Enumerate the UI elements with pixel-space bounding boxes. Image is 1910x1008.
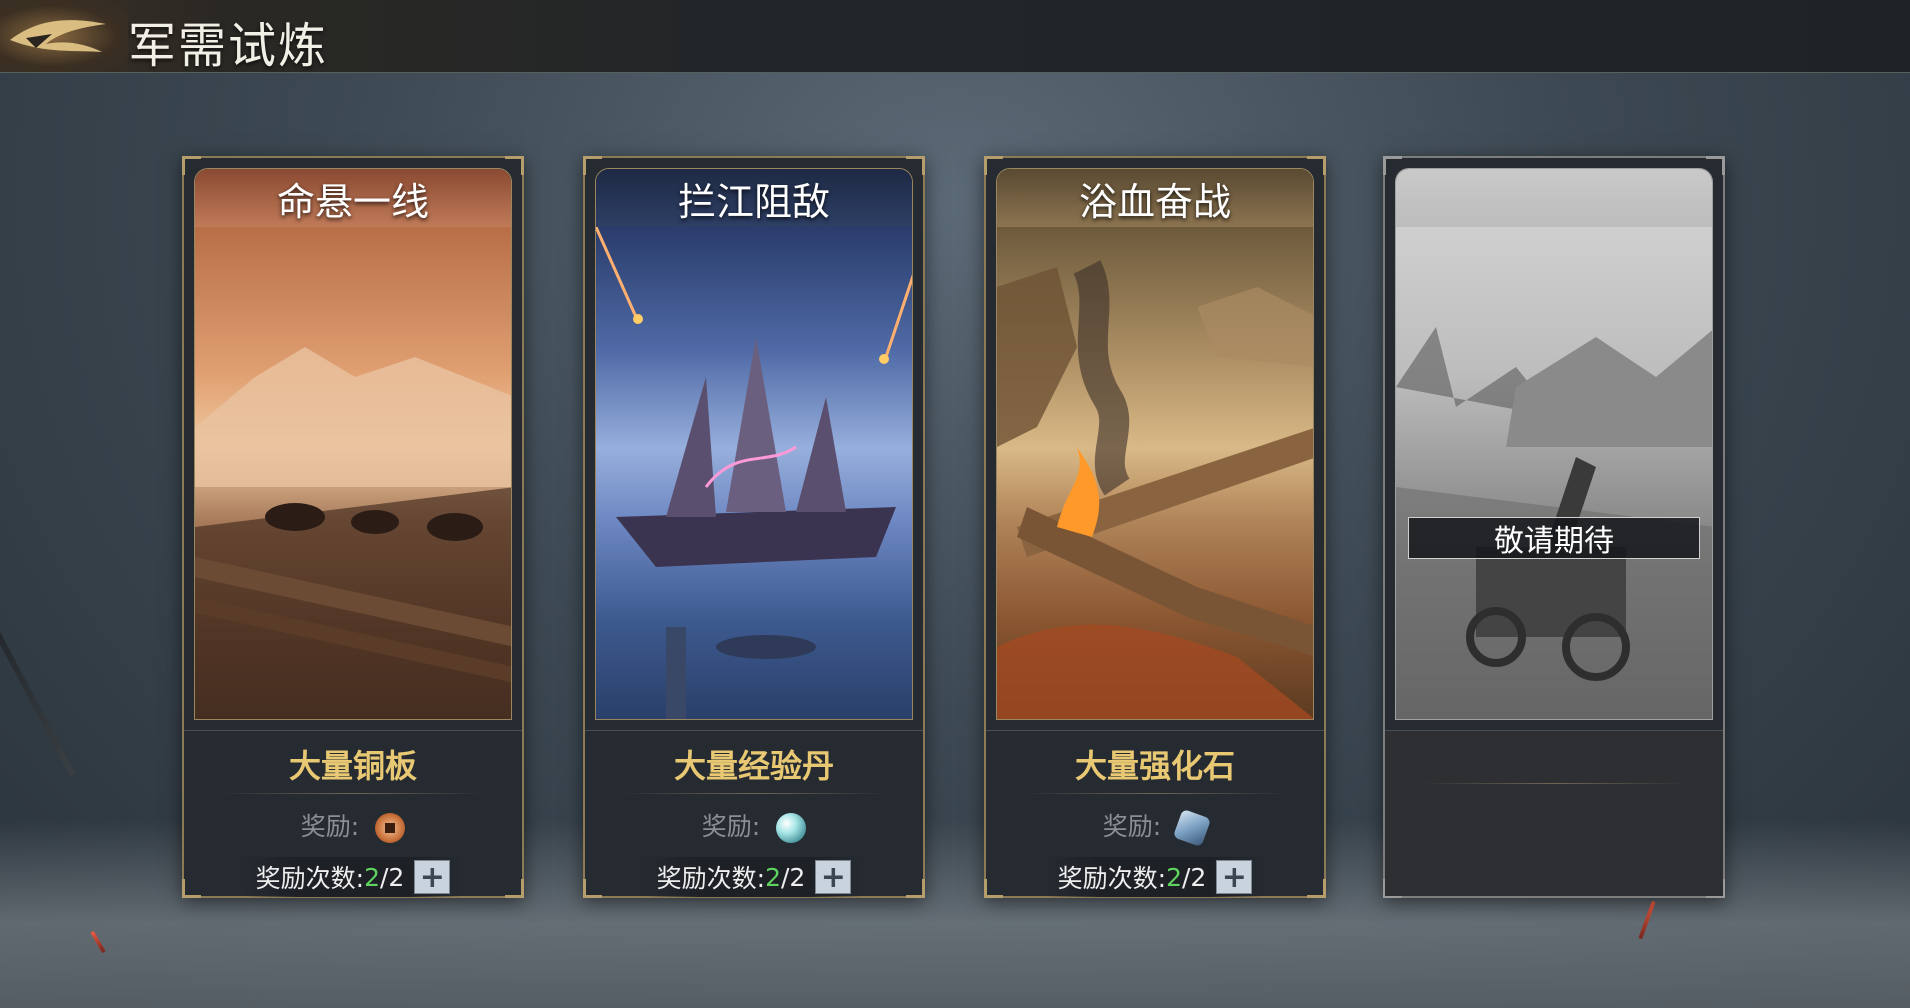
count-total: /2 [781,862,806,892]
background-spear [0,561,76,777]
reward-name: 大量经验丹 [673,747,834,785]
bird-emblem-icon [0,0,128,72]
card-artwork-frame: 拦江阻敌 [595,168,913,720]
count-current: 2 [364,862,380,892]
card-title: 浴血奋战 [997,169,1313,227]
add-count-button[interactable]: + [414,860,451,895]
reward-count-row: 奖励次数: 2 /2 + [244,857,462,897]
top-header: 军需试炼 [0,0,1910,74]
reward-label: 奖励: [1102,812,1162,841]
reward-count-row: 奖励次数: 2 /2 + [1046,857,1264,897]
enhance-stone-icon[interactable] [1172,808,1212,848]
reward-label: 奖励: [701,812,761,841]
card-scene-image [195,227,511,719]
divider [621,793,887,794]
card-scene-image [997,227,1313,719]
divider [1022,793,1288,794]
page-title: 军需试炼 [128,18,329,74]
card-title-empty [1396,169,1712,227]
trial-card-4-locked: 敬请期待 [1383,156,1725,898]
trial-card-2[interactable]: 拦江阻敌 大量经验丹 奖励: 奖励次数: 2 /2 + [583,156,925,898]
reward-count-row: 奖励次数: 2 /2 + [645,857,863,897]
trial-card-3[interactable]: 浴血奋战 大量强化石 奖励: 奖励次数: 2 /2 + [984,156,1326,898]
card-info-panel: 大量铜板 奖励: 奖励次数: 2 /2 + [184,730,522,897]
reward-name: 大量强化石 [1074,747,1235,785]
trial-card-1[interactable]: 命悬一线 大量铜板 奖励: 奖励次数: 2 /2 + [182,156,524,898]
add-count-button[interactable]: + [1216,860,1253,895]
card-scene-image [596,227,912,719]
count-current: 2 [1166,862,1182,892]
reward-label: 奖励: [300,812,360,841]
reward-name: 大量铜板 [288,747,417,785]
count-current: 2 [765,862,781,892]
reward-row: 奖励: [986,807,1324,848]
add-count-button[interactable]: + [815,860,852,895]
card-scene-image: 敬请期待 [1396,227,1712,719]
divider [220,793,486,794]
card-info-panel: 大量经验丹 奖励: 奖励次数: 2 /2 + [585,730,923,897]
card-info-panel: 大量强化石 奖励: 奖励次数: 2 /2 + [986,730,1324,897]
card-artwork-frame: 敬请期待 [1395,168,1713,720]
count-label: 奖励次数: [1057,864,1167,893]
card-title: 命悬一线 [195,169,511,227]
card-artwork-frame: 命悬一线 [194,168,512,720]
divider [1421,783,1687,784]
reward-row: 奖励: [585,807,923,843]
card-artwork-frame: 浴血奋战 [996,168,1314,720]
card-info-panel-empty [1385,730,1723,896]
experience-pill-icon[interactable] [776,813,807,843]
card-title: 拦江阻敌 [596,169,912,227]
reward-row: 奖励: [184,807,522,843]
copper-coin-icon[interactable] [375,813,406,843]
count-total: /2 [380,862,405,892]
count-total: /2 [1182,862,1207,892]
coming-soon-banner: 敬请期待 [1408,517,1700,559]
count-label: 奖励次数: [255,864,365,893]
count-label: 奖励次数: [656,864,766,893]
